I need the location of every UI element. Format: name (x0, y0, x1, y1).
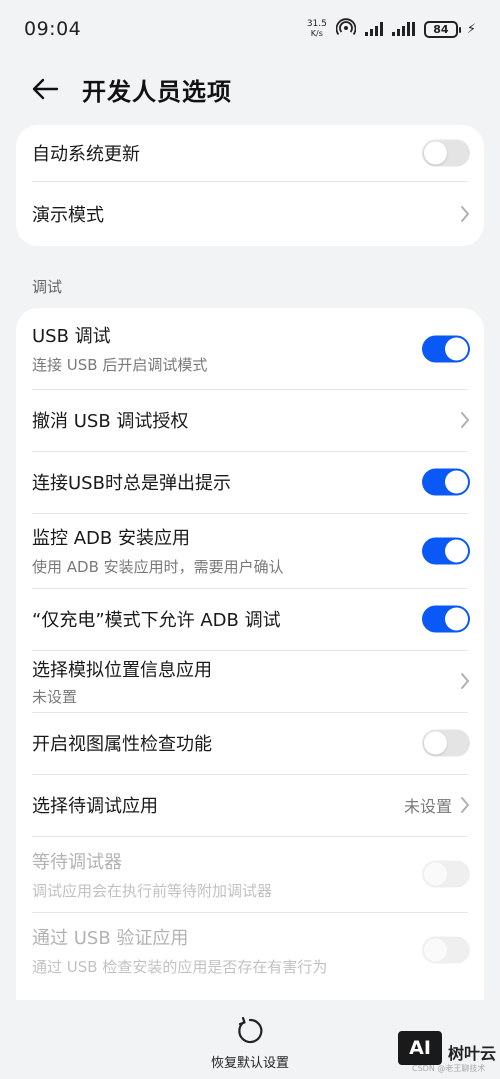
row-subtitle: 连接 USB 后开启调试模式 (32, 356, 208, 374)
row-select-debug-app[interactable]: 选择待调试应用 未设置 (16, 774, 484, 836)
row-revoke-usb-auth[interactable]: 撤消 USB 调试授权 (16, 389, 484, 451)
view-attribute-toggle[interactable] (422, 729, 470, 757)
row-title: USB 调试 (32, 326, 111, 347)
row-auto-system-update[interactable]: 自动系统更新 (16, 125, 484, 181)
row-title: 开启视图属性检查功能 (32, 734, 212, 755)
row-title: 连接USB时总是弹出提示 (32, 473, 231, 494)
usb-prompt-toggle[interactable] (422, 468, 470, 496)
status-bar: 09:04 31.5 K/s 84 ⚡ (0, 0, 500, 58)
restore-defaults-button[interactable]: 恢复默认设置 (200, 1016, 300, 1072)
row-subtitle: 调试应用会在执行前等待附加调试器 (32, 881, 273, 900)
section-label-debug: 调试 (32, 278, 63, 296)
row-value: 未设置 (403, 797, 452, 816)
row-subtitle: 通过 USB 检查安装的应用是否存在有害行为 (32, 957, 328, 976)
charging-icon: ⚡ (466, 21, 476, 37)
monitor-adb-install-toggle[interactable] (422, 537, 470, 564)
chevron-right-icon (461, 205, 469, 222)
wait-debugger-toggle (422, 860, 470, 888)
battery-level: 84 (433, 22, 449, 36)
chevron-right-icon (461, 673, 469, 689)
row-charge-only-adb[interactable]: “仅充电”模式下允许 ADB 调试 (16, 588, 484, 650)
row-title: “仅充电”模式下允许 ADB 调试 (32, 610, 281, 631)
status-icons: 31.5 K/s 84 ⚡ (307, 17, 476, 41)
row-title: 选择模拟位置信息应用 (32, 659, 212, 681)
row-title: 撤消 USB 调试授权 (32, 411, 189, 432)
row-verify-apps-over-usb: 通过 USB 验证应用 通过 USB 检查安装的应用是否存在有害行为 (16, 912, 484, 988)
row-title: 选择待调试应用 (32, 796, 158, 817)
status-time: 09:04 (24, 18, 82, 40)
network-speed-unit: K/s (310, 29, 323, 38)
row-demo-mode[interactable]: 演示模式 (16, 181, 484, 246)
row-usb-debugging[interactable]: USB 调试 连接 USB 后开启调试模式 (16, 308, 484, 389)
arrow-left-icon (32, 78, 59, 100)
watermark-logo: AI (398, 1031, 442, 1065)
battery-icon: 84 (423, 20, 461, 38)
auto-update-toggle[interactable] (422, 139, 470, 167)
row-title: 演示模式 (32, 204, 104, 226)
row-monitor-adb-install[interactable]: 监控 ADB 安装应用 使用 ADB 安装应用时，需要用户确认 (16, 513, 484, 588)
header: 开发人员选项 (0, 62, 500, 116)
chevron-right-icon (461, 412, 469, 428)
network-speed-value: 31.5 (306, 19, 327, 29)
row-title: 等待调试器 (32, 851, 122, 873)
general-settings-card: 自动系统更新 演示模式 (16, 125, 484, 246)
usb-debugging-toggle[interactable] (422, 335, 470, 362)
refresh-icon (238, 1016, 263, 1044)
watermark-credit: CSDN @老王聊技术 (412, 1064, 486, 1073)
row-subtitle: 使用 ADB 安装应用时，需要用户确认 (32, 558, 284, 576)
debug-settings-card: USB 调试 连接 USB 后开启调试模式 撤消 USB 调试授权 连接USB时… (16, 308, 484, 1008)
row-mock-location-app[interactable]: 选择模拟位置信息应用 未设置 (16, 650, 484, 712)
row-title: 监控 ADB 安装应用 (32, 528, 190, 549)
row-wait-for-debugger: 等待调试器 调试应用会在执行前等待附加调试器 (16, 836, 484, 912)
signal-icon (364, 22, 383, 36)
row-title: 通过 USB 验证应用 (32, 927, 189, 949)
row-title: 自动系统更新 (32, 144, 140, 165)
charge-only-adb-toggle[interactable] (422, 605, 470, 633)
row-view-attribute-inspection[interactable]: 开启视图属性检查功能 (16, 712, 484, 774)
restore-defaults-label: 恢复默认设置 (210, 1056, 289, 1071)
row-subtitle: 未设置 (32, 687, 78, 706)
chevron-right-icon (461, 797, 469, 813)
network-speed: 31.5 K/s (307, 19, 327, 39)
back-button[interactable] (28, 72, 62, 106)
hotspot-icon (335, 18, 357, 40)
verify-usb-apps-toggle (422, 936, 470, 964)
page-title: 开发人员选项 (82, 78, 232, 106)
watermark-brand: 树叶云 (448, 1044, 497, 1063)
row-usb-prompt[interactable]: 连接USB时总是弹出提示 (16, 451, 484, 513)
signal-2-icon (391, 22, 415, 36)
